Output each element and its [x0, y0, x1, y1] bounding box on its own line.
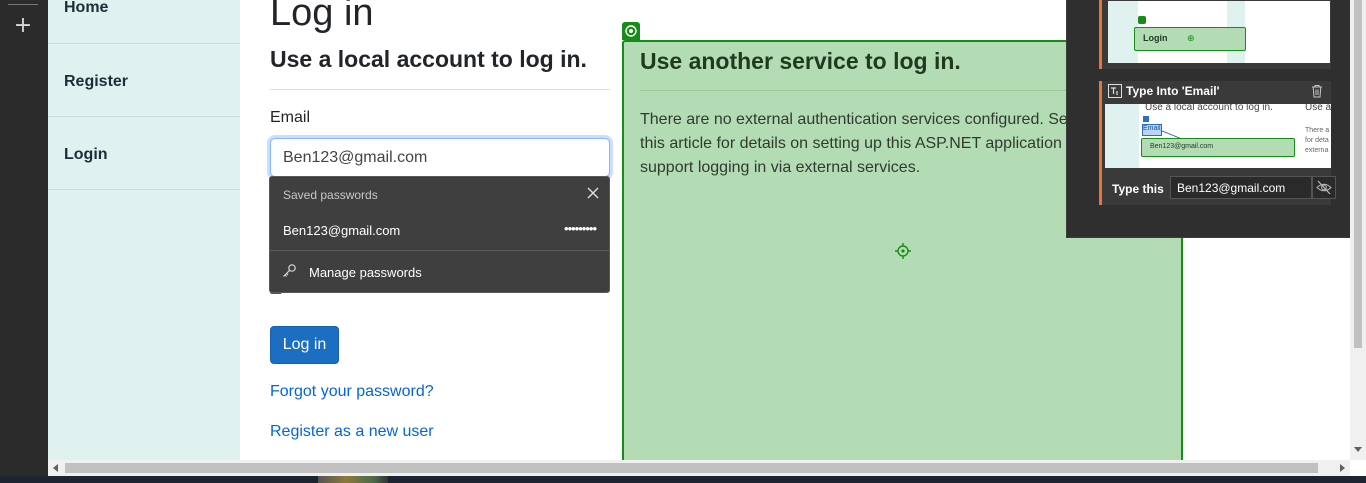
saved-username: Ben123@gmail.com — [283, 223, 401, 238]
sidebar-item-home[interactable]: Home — [48, 0, 240, 44]
activity-card-type-into-email[interactable]: Type Into 'Email' Use a local account to… — [1099, 81, 1336, 205]
target-icon — [1143, 116, 1149, 122]
toolbar-divider — [8, 4, 38, 5]
scroll-down-icon[interactable] — [1353, 444, 1363, 454]
saved-password-entry[interactable]: Ben123@gmail.com ••••••••• — [270, 213, 609, 249]
saved-password-mask: ••••••••• — [564, 221, 597, 236]
scroll-left-icon[interactable] — [51, 463, 61, 473]
key-icon — [283, 264, 296, 277]
divider — [270, 250, 609, 251]
activity-title: Type Into 'Email' — [1126, 84, 1220, 98]
manage-passwords-item[interactable]: Manage passwords — [270, 255, 609, 289]
sidebar-item-label: Home — [64, 0, 109, 16]
thumb-email-input: Ben123@gmail.com — [1141, 138, 1295, 157]
target-icon — [625, 25, 637, 37]
taskbar-app-icon[interactable] — [318, 476, 388, 483]
close-icon[interactable] — [585, 185, 601, 201]
target-icon: ⊕ — [1187, 33, 1195, 43]
saved-passwords-popup: Saved passwords Ben123@gmail.com •••••••… — [269, 176, 610, 293]
email-field[interactable] — [270, 138, 610, 177]
login-button[interactable]: Log in — [270, 326, 339, 364]
scrollbar-thumb[interactable] — [65, 463, 1318, 473]
forgot-password-link[interactable]: Forgot your password? — [270, 383, 434, 401]
manage-passwords-label: Manage passwords — [309, 265, 422, 280]
external-login-heading: Use another service to log in. — [640, 48, 961, 74]
thumb-sidebar — [1105, 104, 1139, 168]
workflow-activity-panel: Login ⊕ Type Into 'Email' Use a local ac… — [1066, 0, 1362, 238]
hide-text-button[interactable] — [1312, 176, 1336, 199]
scroll-right-icon[interactable] — [1337, 463, 1347, 473]
external-login-text: There are no external authentication ser… — [640, 111, 1080, 176]
target-icon — [1138, 16, 1146, 24]
thumb-heading-right: Use a — [1305, 104, 1331, 113]
thumb-side-text: There a for deta externa — [1305, 127, 1330, 154]
thumb-login-button: Login ⊕ — [1134, 27, 1246, 51]
horizontal-scrollbar[interactable] — [48, 460, 1350, 476]
vertical-scrollbar[interactable] — [1350, 0, 1366, 460]
scrollbar-thumb[interactable] — [1354, 0, 1362, 348]
thumb-login-label: Login — [1143, 33, 1168, 43]
local-account-heading: Use a local account to log in. — [270, 46, 587, 72]
target-anchor-tab[interactable] — [622, 22, 640, 40]
activity-screenshot-thumbnail: Login ⊕ — [1108, 1, 1330, 63]
sidebar-item-label: Login — [64, 146, 108, 163]
thumb-heading: Use a local account to log in. — [1145, 104, 1273, 113]
divider — [270, 89, 610, 90]
sidebar-item-register[interactable]: Register — [48, 44, 240, 117]
eye-off-icon — [1316, 180, 1332, 195]
sidebar-item-label: Register — [64, 73, 129, 90]
taskbar — [0, 476, 1366, 483]
plus-icon[interactable]: + — [13, 15, 33, 37]
target-icon[interactable] — [895, 243, 911, 259]
register-new-user-link[interactable]: Register as a new user — [270, 423, 434, 441]
saved-passwords-title: Saved passwords — [283, 188, 378, 202]
sidebar-item-login[interactable]: Login — [48, 117, 240, 190]
activity-card-click-login[interactable]: Login ⊕ — [1099, 0, 1331, 69]
designer-left-toolbar: + — [0, 0, 48, 476]
type-this-label: Type this — [1112, 182, 1164, 196]
activity-screenshot-thumbnail: Use a local account to log in. Use a Ema… — [1105, 104, 1331, 168]
type-into-icon — [1108, 84, 1122, 98]
trash-icon[interactable] — [1311, 84, 1323, 98]
type-this-input[interactable] — [1170, 176, 1312, 199]
page-title: Log in — [270, 0, 374, 34]
activity-header: Type Into 'Email' — [1102, 81, 1331, 103]
site-sidebar: Home Register Login — [48, 0, 240, 460]
email-label: Email — [270, 109, 311, 126]
